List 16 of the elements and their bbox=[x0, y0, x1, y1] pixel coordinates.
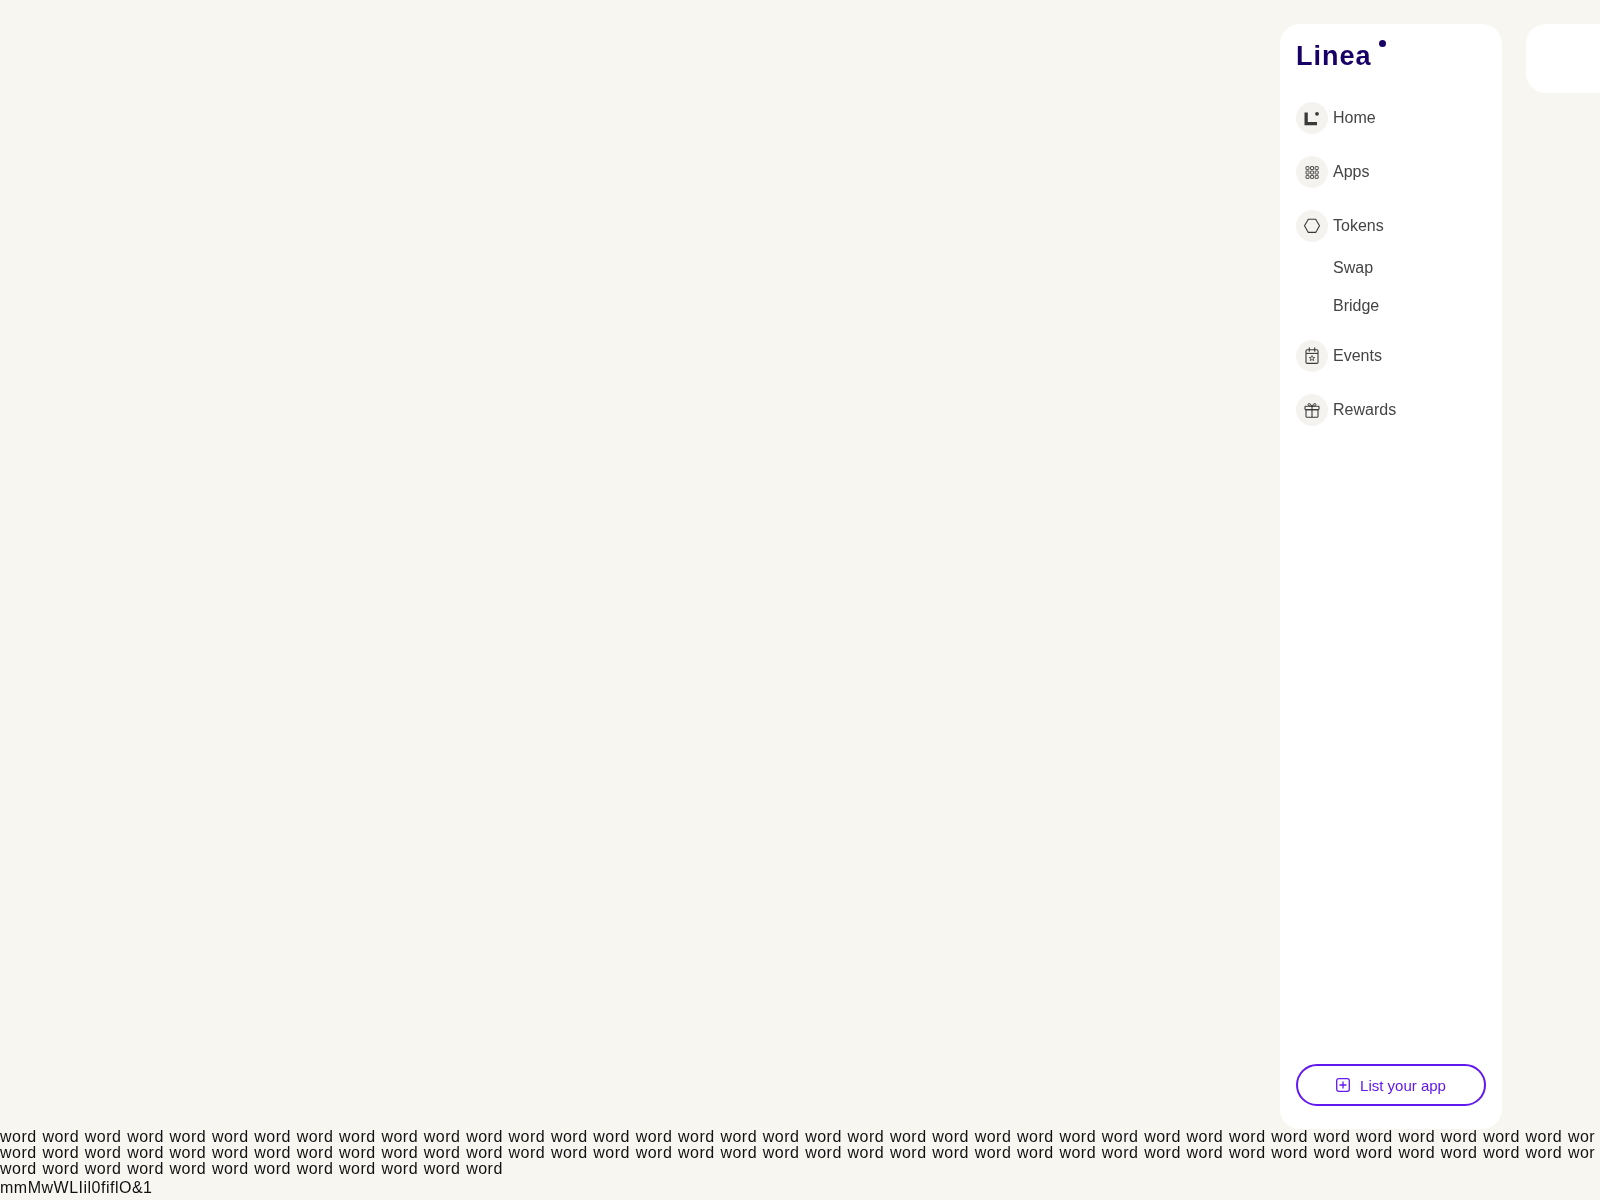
nav-link[interactable]: Rewards bbox=[1296, 394, 1397, 426]
calendar-icon bbox=[1296, 340, 1328, 372]
plus-square-icon bbox=[1336, 1078, 1351, 1092]
nav-sublink[interactable]: Bridge bbox=[1333, 296, 1380, 316]
nav-link[interactable]: Tokens bbox=[1296, 210, 1384, 242]
l-shape-icon bbox=[1296, 102, 1328, 134]
nav-link[interactable]: Home bbox=[1296, 102, 1376, 134]
logo-wordmark: Linea bbox=[1296, 40, 1372, 72]
nav-link[interactable]: Events bbox=[1296, 340, 1382, 372]
gift-icon bbox=[1296, 394, 1328, 426]
nav-sublink[interactable]: Swap bbox=[1333, 258, 1374, 278]
grid-icon bbox=[1296, 156, 1328, 188]
logo-dot-icon bbox=[1378, 40, 1386, 47]
sample-text: mmMwWLIil0fiflO&1 bbox=[0, 1180, 153, 1196]
list-app-button[interactable]: List your app bbox=[1296, 1064, 1486, 1106]
nav-link[interactable]: Apps bbox=[1296, 156, 1370, 188]
